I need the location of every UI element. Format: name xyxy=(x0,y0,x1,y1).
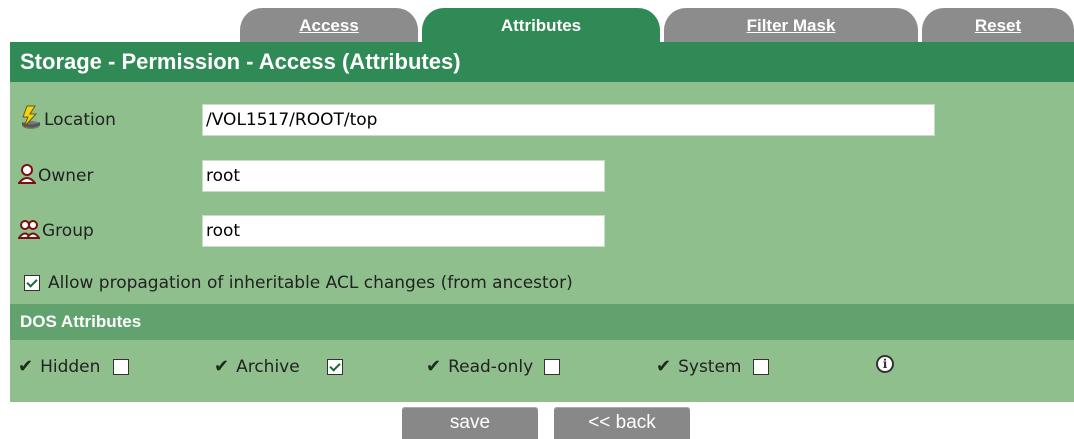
tab-filter-mask[interactable]: Filter Mask xyxy=(664,8,918,42)
dos-attributes-header: DOS Attributes xyxy=(10,304,1074,340)
system-checkbox[interactable] xyxy=(752,358,769,375)
owner-field[interactable]: root xyxy=(202,160,605,192)
hidden-checkbox[interactable] xyxy=(113,358,130,375)
attr-readonly: ✔ Read-only xyxy=(426,356,561,377)
location-field[interactable]: /VOL1517/ROOT/top xyxy=(202,104,935,136)
group-field[interactable]: root xyxy=(202,215,605,247)
user-icon xyxy=(16,163,38,189)
back-button[interactable]: << back xyxy=(554,407,690,439)
check-mark-icon: ✔ xyxy=(18,356,34,377)
readonly-checkbox[interactable] xyxy=(544,358,561,375)
check-mark-icon: ✔ xyxy=(426,356,442,377)
tab-bar: Access Attributes Filter Mask Reset xyxy=(0,0,1074,42)
check-mark-icon: ✔ xyxy=(214,356,230,377)
owner-label: Owner xyxy=(38,166,94,186)
attr-hidden: ✔ Hidden xyxy=(18,356,130,377)
owner-row: Owner root xyxy=(10,158,1074,194)
archive-checkbox[interactable] xyxy=(326,358,343,375)
page-title: Storage - Permission - Access (Attribute… xyxy=(10,42,1074,82)
attributes-panel: Storage - Permission - Access (Attribute… xyxy=(10,42,1074,402)
save-button[interactable]: save xyxy=(402,407,538,439)
group-icon xyxy=(17,219,41,244)
tab-attributes[interactable]: Attributes xyxy=(422,8,660,42)
info-icon[interactable]: i xyxy=(876,355,894,373)
location-row: Location /VOL1517/ROOT/top xyxy=(10,102,1074,138)
tab-access[interactable]: Access xyxy=(240,8,418,42)
location-label: Location xyxy=(44,110,116,130)
propagate-row: Allow propagation of inheritable ACL cha… xyxy=(24,273,573,293)
check-mark-icon: ✔ xyxy=(656,356,672,377)
propagate-checkbox[interactable] xyxy=(24,275,40,291)
location-lightning-icon xyxy=(18,105,42,136)
tab-reset[interactable]: Reset xyxy=(922,8,1074,42)
propagate-label: Allow propagation of inheritable ACL cha… xyxy=(48,273,573,293)
attr-system: ✔ System xyxy=(656,356,769,377)
attr-archive: ✔ Archive xyxy=(214,356,343,377)
group-label: Group xyxy=(42,221,94,241)
group-row: Group root xyxy=(10,213,1074,249)
